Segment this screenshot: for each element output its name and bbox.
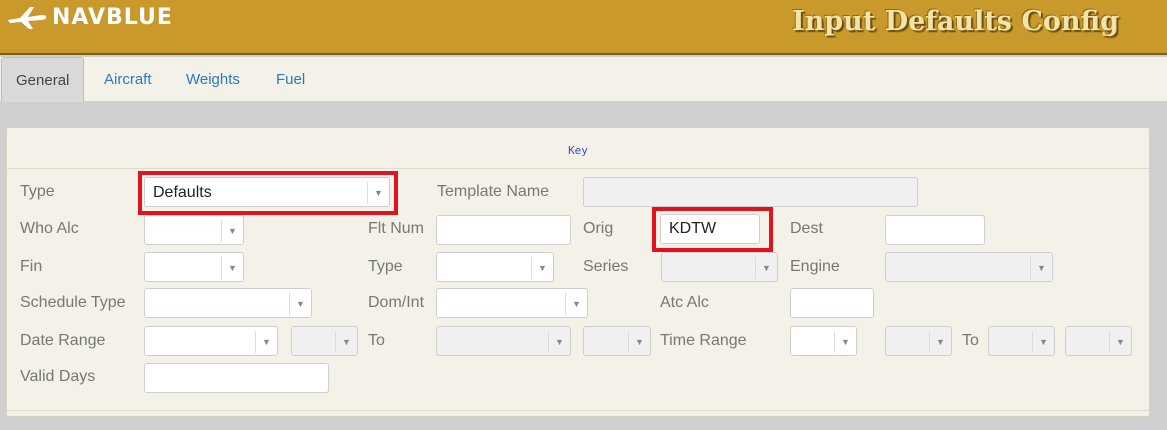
chevron-down-icon: ▼ [289, 293, 311, 315]
chevron-down-icon: ▼ [548, 331, 570, 353]
template-name-input[interactable] [583, 177, 918, 207]
who-alc-select[interactable]: ▼ [144, 215, 244, 245]
template-name-label: Template Name [437, 183, 550, 200]
logo-text: NAVBLUE [52, 4, 173, 30]
orig-label: Orig [583, 220, 614, 237]
tab-fuel[interactable]: Fuel [276, 57, 305, 102]
time-range-end-min-select[interactable]: ▼ [1065, 326, 1132, 356]
page-title: Input Defaults Config [792, 6, 1119, 37]
type-label: Type [20, 183, 55, 200]
app-header: NAVBLUE Input Defaults Config [0, 0, 1167, 55]
tab-general[interactable]: General [1, 57, 85, 102]
ac-type-label: Type [368, 258, 403, 275]
chevron-down-icon: ▼ [929, 331, 951, 353]
ac-type-select[interactable]: ▼ [436, 252, 554, 282]
chevron-down-icon: ▼ [834, 331, 856, 353]
valid-days-input[interactable] [144, 363, 329, 393]
atc-alc-label: Atc Alc [660, 294, 709, 311]
time-range-start-min-select[interactable]: ▼ [885, 326, 952, 356]
tab-aircraft[interactable]: Aircraft [104, 57, 152, 102]
date-range-start-select[interactable]: ▼ [144, 326, 278, 356]
chevron-down-icon: ▼ [221, 220, 243, 242]
airplane-icon [8, 7, 47, 29]
who-alc-label: Who Alc [20, 220, 79, 237]
chevron-down-icon: ▼ [531, 257, 553, 279]
flt-num-input[interactable] [436, 215, 571, 245]
key-heading: Key [568, 144, 588, 157]
fin-select[interactable]: ▼ [144, 252, 244, 282]
tab-bar: General Aircraft Weights Fuel [0, 57, 1167, 102]
date-range-end-select[interactable]: ▼ [436, 326, 571, 356]
dest-label: Dest [790, 220, 823, 237]
dom-int-select[interactable]: ▼ [436, 288, 588, 318]
chevron-down-icon: ▼ [255, 331, 277, 353]
navblue-logo: NAVBLUE [6, 4, 173, 30]
engine-select[interactable]: ▼ [885, 252, 1053, 282]
chevron-down-icon: ▼ [1109, 331, 1131, 353]
flt-num-label: Flt Num [368, 220, 424, 237]
series-label: Series [583, 258, 629, 275]
chevron-down-icon: ▼ [1030, 257, 1052, 279]
schedule-type-select[interactable]: ▼ [144, 288, 312, 318]
dest-input[interactable] [885, 215, 985, 245]
atc-alc-input[interactable] [790, 288, 874, 318]
divider [7, 410, 1149, 411]
dom-int-label: Dom/Int [368, 294, 425, 311]
time-range-start-hour-select[interactable]: ▼ [790, 326, 857, 356]
engine-label: Engine [790, 258, 840, 275]
schedule-type-label: Schedule Type [20, 294, 126, 311]
chevron-down-icon: ▼ [755, 257, 777, 279]
valid-days-label: Valid Days [20, 368, 96, 385]
general-panel: Key Type Defaults ▼ Template Name Who Al… [6, 127, 1150, 417]
chevron-down-icon: ▼ [565, 293, 587, 315]
fin-label: Fin [20, 258, 43, 275]
time-range-label: Time Range [660, 332, 747, 349]
chevron-down-icon: ▼ [1032, 331, 1054, 353]
chevron-down-icon: ▼ [221, 257, 243, 279]
tab-weights[interactable]: Weights [186, 57, 240, 102]
divider [7, 168, 1149, 169]
date-range-end-sub-select[interactable]: ▼ [583, 326, 651, 356]
series-select[interactable]: ▼ [661, 252, 778, 282]
chevron-down-icon: ▼ [335, 331, 357, 353]
chevron-down-icon: ▼ [628, 331, 650, 353]
time-range-to-label: To [962, 332, 979, 349]
time-range-end-hour-select[interactable]: ▼ [988, 326, 1055, 356]
date-range-sub-select[interactable]: ▼ [291, 326, 358, 356]
date-range-label: Date Range [20, 332, 106, 349]
highlight-box [138, 171, 398, 215]
date-range-to-label: To [368, 332, 385, 349]
highlight-box [652, 207, 773, 252]
